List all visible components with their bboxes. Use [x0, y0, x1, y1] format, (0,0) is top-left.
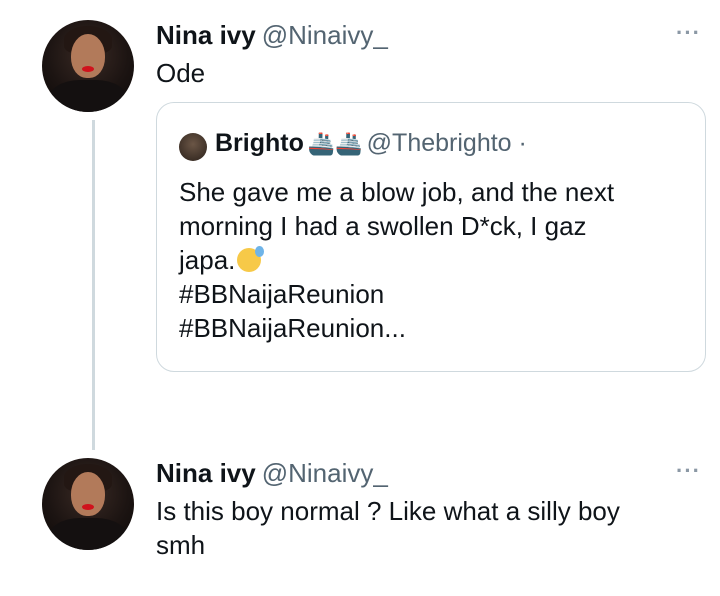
- quoted-tweet-card[interactable]: Brighto 🚢🚢 @Thebrighto · She gave me a blo…: [156, 102, 706, 372]
- display-name[interactable]: Nina ivy: [156, 458, 256, 488]
- display-name[interactable]: Nina ivy: [156, 20, 256, 50]
- user-handle[interactable]: @Ninaivy_: [262, 20, 388, 50]
- quoted-text-line: morning I had a swollen D*ck, I gaz: [179, 211, 587, 241]
- ship-emoji-icon: 🚢🚢: [307, 131, 363, 156]
- user-handle[interactable]: @Ninaivy_: [262, 458, 388, 488]
- hashtag-link[interactable]: #BBNaijaReunion: [179, 277, 679, 311]
- user-handle[interactable]: @Thebrighto ·: [367, 129, 527, 157]
- tweet-text: Ode: [156, 58, 206, 88]
- tweet-text: Is this boy normal ? Like what a silly b…: [156, 494, 620, 562]
- quoted-tweet-header: Brighto 🚢🚢 @Thebrighto ·: [215, 129, 527, 158]
- quoted-text-line: japa.: [179, 243, 679, 277]
- hashtag-link[interactable]: #BBNaijaReunion...: [179, 311, 679, 345]
- tweet-text-line: smh: [156, 530, 206, 560]
- avatar[interactable]: [42, 20, 134, 112]
- display-name[interactable]: Brighto: [215, 129, 304, 157]
- more-options-icon[interactable]: ···: [676, 20, 701, 46]
- thread-line: [92, 120, 95, 450]
- quoted-tweet-text: She gave me a blow job, and the next mor…: [179, 175, 679, 345]
- tweet-header: Nina ivy @Ninaivy_: [156, 20, 388, 51]
- sweat-smile-emoji-icon: [237, 246, 265, 272]
- quoted-text-fragment: japa.: [179, 245, 236, 275]
- avatar[interactable]: [42, 458, 134, 550]
- more-options-icon[interactable]: ···: [676, 458, 701, 484]
- tweet-header: Nina ivy @Ninaivy_: [156, 458, 388, 489]
- tweet-text-line: Is this boy normal ? Like what a silly b…: [156, 496, 620, 526]
- quoted-text-line: She gave me a blow job, and the next: [179, 177, 615, 207]
- avatar[interactable]: [179, 133, 207, 161]
